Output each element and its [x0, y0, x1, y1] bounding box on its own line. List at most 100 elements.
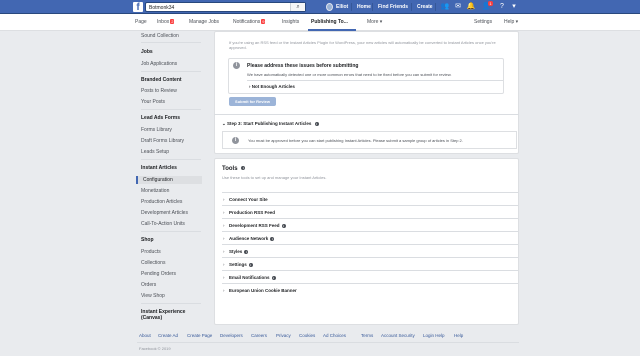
sidebar-item-job-applications[interactable]: Job Applications	[141, 61, 177, 67]
tab-settings[interactable]: Settings	[474, 19, 492, 25]
sidebar-item-sound-collection[interactable]: Sound Collection	[141, 33, 179, 39]
footer-link-help[interactable]: Help	[454, 333, 463, 338]
sidebar-item-pending-orders[interactable]: Pending Orders	[141, 271, 176, 277]
chevron-right-icon: ›	[223, 275, 225, 280]
messenger-icon[interactable]: ✉	[453, 2, 463, 12]
help-icon[interactable]: ?	[497, 2, 507, 12]
find-friends-link[interactable]: Find Friends	[378, 4, 408, 10]
search-input[interactable]: Botmonk34 ⌕	[145, 2, 306, 12]
footer-link-terms[interactable]: Terms	[361, 333, 373, 338]
sidebar-item-configuration[interactable]: Configuration	[136, 176, 202, 184]
page-tabs-bar: Page Inbox 2 Manage Jobs Notifications 9 I…	[0, 14, 640, 31]
home-link[interactable]: Home	[357, 4, 371, 10]
tools-title-row: Tools i	[222, 166, 246, 172]
tab-publishing-tools[interactable]: Publishing To...	[311, 19, 348, 25]
tool-row-label-group: Styles i	[229, 249, 249, 254]
sidebar-item-call-to-action-units[interactable]: Call-To-Action Units	[141, 221, 185, 227]
sidebar-header-lead-ads-forms: Lead Ads Forms	[141, 115, 180, 121]
footer-link-account-security[interactable]: Account Security	[381, 333, 415, 338]
tab-inbox[interactable]: Inbox 2	[157, 19, 175, 25]
tab-manage-jobs[interactable]: Manage Jobs	[189, 19, 219, 25]
footer-link-careers[interactable]: Careers	[251, 333, 267, 338]
tool-row-label: Settings	[229, 262, 247, 267]
chevron-right-icon: ›	[223, 223, 225, 228]
notifications-icon[interactable]: 🔔	[466, 2, 476, 12]
step3-text: You must be approved before you can star…	[248, 138, 463, 143]
footer-link-developers[interactable]: Developers	[220, 333, 243, 338]
info-icon: i	[241, 166, 246, 171]
footer-link-ad-choices[interactable]: Ad Choices	[323, 333, 346, 338]
tool-row-audience-network[interactable]: › Audience Network i	[222, 231, 518, 244]
tab-notifications-label: Notifications	[233, 19, 261, 25]
sidebar-item-products[interactable]: Products	[141, 249, 161, 255]
info-icon: i	[232, 137, 239, 144]
sidebar-item-your-posts[interactable]: Your Posts	[141, 99, 165, 105]
step3-header[interactable]: ⌄ Step 3: Start Publishing Instant Artic…	[222, 121, 319, 127]
sidebar-item-production-articles[interactable]: Production Articles	[141, 199, 182, 205]
sidebar-item-development-articles[interactable]: Development Articles	[141, 210, 188, 216]
tool-row-email-notifications[interactable]: › Email Notifications i	[222, 270, 518, 283]
chevron-right-icon: ›	[223, 249, 225, 254]
tool-row-settings[interactable]: › Settings i	[222, 257, 518, 270]
tool-row-label: Styles	[229, 249, 243, 254]
facebook-logo-icon[interactable]: f	[133, 2, 143, 12]
search-icon[interactable]: ⌕	[290, 3, 305, 11]
not-enough-articles-row[interactable]: › Not Enough Articles	[249, 84, 295, 89]
not-enough-articles-label: Not Enough Articles	[251, 84, 295, 89]
sidebar-item-draft-forms-library[interactable]: Draft Forms Library	[141, 138, 184, 144]
inbox-badge: 2	[170, 19, 175, 24]
tool-row-connect-your-site[interactable]: › Connect Your Site	[222, 192, 518, 205]
sidebar-item-collections[interactable]: Collections	[141, 260, 165, 266]
sidebar-header-instant-articles: Instant Articles	[141, 165, 177, 171]
divider	[372, 3, 373, 11]
tool-row-label: Production RSS Feed	[229, 210, 276, 215]
divider	[141, 71, 201, 72]
approval-notice: i You must be approved before you can st…	[222, 131, 517, 149]
footer-link-create-page[interactable]: Create Page	[187, 333, 212, 338]
sidebar-item-leads-setup[interactable]: Leads Setup	[141, 149, 169, 155]
tool-row-label: Audience Network	[229, 236, 269, 241]
tools-subtitle: Use these tools to set up and manage you…	[222, 175, 327, 180]
info-icon: i	[270, 236, 275, 241]
divider	[214, 114, 519, 115]
sidebar-header-branded-content: Branded Content	[141, 77, 182, 83]
tool-row-label-group: Email Notifications i	[229, 275, 276, 280]
footer-link-create-ad[interactable]: Create Ad	[158, 333, 178, 338]
avatar[interactable]	[326, 3, 333, 11]
divider	[247, 80, 503, 81]
tool-row-development-rss-feed[interactable]: › Development RSS Feed i	[222, 218, 518, 231]
tool-row-production-rss-feed[interactable]: › Production RSS Feed	[222, 205, 518, 218]
sidebar-item-forms-library[interactable]: Forms Library	[141, 127, 172, 133]
sidebar-header-shop: Shop	[141, 237, 154, 243]
info-icon: i	[281, 223, 286, 228]
tool-row-label-group: Settings i	[229, 262, 253, 267]
friend-requests-icon[interactable]: 👥	[440, 2, 450, 12]
dropdown-arrow-icon[interactable]: ▾	[509, 2, 519, 12]
divider	[141, 231, 201, 232]
tool-row-styles[interactable]: › Styles i	[222, 244, 518, 257]
tab-insights[interactable]: Insights	[282, 19, 299, 25]
sidebar-item-monetization[interactable]: Monetization	[141, 188, 169, 194]
tab-page[interactable]: Page	[135, 19, 147, 25]
tab-notifications[interactable]: Notifications 9	[233, 19, 266, 25]
create-link[interactable]: Create	[417, 4, 433, 10]
chevron-right-icon: ›	[223, 262, 225, 267]
sidebar-item-orders[interactable]: Orders	[141, 282, 156, 288]
footer-link-privacy[interactable]: Privacy	[276, 333, 291, 338]
notification-badge: 1	[488, 1, 493, 6]
tab-more[interactable]: More ▾	[367, 19, 382, 25]
sidebar-item-posts-to-review[interactable]: Posts to Review	[141, 88, 177, 94]
footer-link-login-help[interactable]: Login Help	[423, 333, 445, 338]
tab-inbox-label: Inbox	[157, 19, 170, 25]
profile-link[interactable]: Elliot	[336, 4, 348, 10]
sidebar-header-instant-experience: Instant Experience (Canvas)	[141, 309, 186, 321]
footer-link-cookies[interactable]: Cookies	[299, 333, 315, 338]
tool-row-label: Connect Your Site	[229, 197, 268, 202]
divider	[141, 109, 201, 110]
tool-row-eu-cookie-banner[interactable]: › European Union Cookie Banner	[222, 283, 518, 297]
search-input-value[interactable]: Botmonk34	[149, 5, 174, 11]
footer-link-about[interactable]: About	[139, 333, 151, 338]
tab-help[interactable]: Help ▾	[504, 19, 518, 25]
submit-for-review-button[interactable]: Submit for Review	[229, 97, 276, 106]
sidebar-item-view-shop[interactable]: View Shop	[141, 293, 165, 299]
